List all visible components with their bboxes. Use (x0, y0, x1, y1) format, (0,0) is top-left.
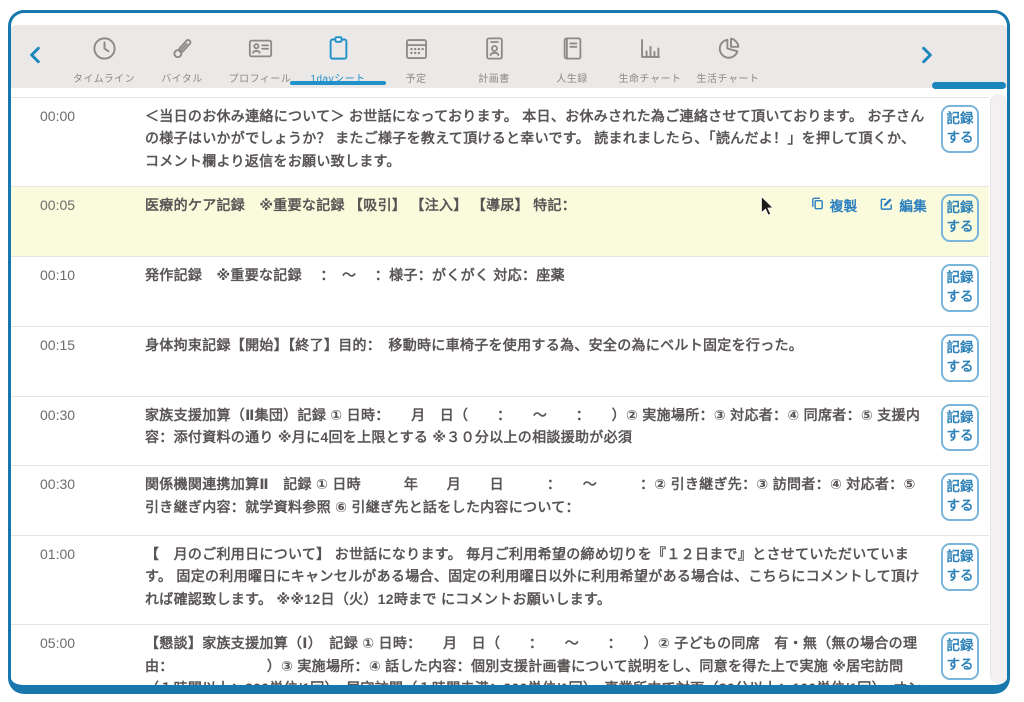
record-text: 発作記録 ※重要な記録 ： 〜 ：様子：がくがく 対応：座薬 (145, 264, 927, 286)
tab-label: 生活チャート (697, 70, 760, 85)
row-actions: 複製 編集 (810, 196, 927, 218)
record-row[interactable]: 01:00 【 月のご利用日について】 お世話になります。 毎月ご利用希望の締め… (11, 536, 989, 625)
record-time: 00:30 (11, 473, 116, 492)
record-row[interactable]: 00:00 ＜当日のお休み連絡について＞ お世話になっております。 本日、お休み… (11, 98, 989, 187)
bar-chart-icon (637, 35, 664, 67)
tab-label: 生命チャート (619, 70, 682, 85)
record-button[interactable]: 記録する (941, 194, 979, 242)
record-text: 【懇談】家族支援加算（Ⅰ） 記録 ① 日時： 月 日（ ： 〜 ： ）② 子ども… (145, 632, 927, 694)
record-text: 【 月のご利用日について】 お世話になります。 毎月ご利用希望の締め切りを『１２… (145, 543, 927, 610)
tab-label: バイタル (161, 70, 203, 85)
duplicate-button[interactable]: 複製 (810, 196, 858, 218)
feature-tab-bar: タイムライン バイタル プロフィール 1dayシート (11, 25, 1007, 88)
tab-label: プロフィール (229, 70, 292, 85)
thermometer-icon (169, 35, 196, 67)
record-row-selected[interactable]: 00:05 医療的ケア記録 ※重要な記録 【吸引】 【注入】 【導尿】 特記： … (11, 187, 989, 257)
record-row[interactable]: 00:10 発作記録 ※重要な記録 ： 〜 ：様子：がくがく 対応：座薬 記録す… (11, 257, 989, 327)
record-sheet-window: タイムライン バイタル プロフィール 1dayシート (8, 10, 1010, 694)
tab-label: 計画書 (478, 70, 510, 85)
record-row[interactable]: 00:30 関係機関連携加算Ⅱ 記録 ① 日時 年 月 日 ： 〜 ：② 引き継… (11, 466, 989, 536)
record-button[interactable]: 記録する (941, 543, 979, 591)
mouse-cursor (760, 196, 774, 221)
tab-label: 1dayシート (310, 70, 365, 85)
record-time: 00:00 (11, 105, 116, 124)
tab-label: 予定 (406, 70, 427, 85)
book-icon (559, 35, 586, 67)
record-button[interactable]: 記録する (941, 404, 979, 452)
record-text: 医療的ケア記録 ※重要な記録 【吸引】 【注入】 【導尿】 特記： (145, 194, 576, 216)
record-time: 05:00 (11, 632, 116, 651)
record-button[interactable]: 記録する (941, 473, 979, 521)
record-button[interactable]: 記録する (941, 334, 979, 382)
tab-lifestyle-chart[interactable]: 生活チャート (689, 32, 767, 82)
record-time: 00:05 (11, 194, 116, 213)
tab-profile[interactable]: プロフィール (221, 32, 299, 82)
record-button[interactable]: 記録する (941, 264, 979, 312)
record-list: 00:00 ＜当日のお休み連絡について＞ お世話になっております。 本日、お休み… (11, 97, 989, 694)
edit-label: 編集 (899, 196, 927, 218)
record-time: 00:10 (11, 264, 116, 283)
copy-icon (810, 196, 825, 218)
badge-icon (481, 35, 508, 67)
record-text: ＜当日のお休み連絡について＞ お世話になっております。 本日、お休みされた為ご連… (145, 105, 927, 172)
tabs-scroll-left-button[interactable] (11, 37, 59, 77)
calendar-icon (403, 35, 430, 67)
pencil-icon (879, 196, 894, 218)
tabbar-scrollbar-thumb[interactable] (932, 82, 1006, 89)
pie-chart-icon (715, 35, 742, 67)
tab-life-record[interactable]: 人生録 (533, 32, 611, 82)
record-time: 01:00 (11, 543, 116, 562)
clipboard-icon (325, 35, 352, 67)
id-card-icon (247, 35, 274, 67)
tab-label: 人生録 (556, 70, 588, 85)
clock-icon (91, 35, 118, 67)
record-row[interactable]: 00:30 家族支援加算（Ⅱ集団）記録 ① 日時： 月 日（ ： 〜 ： ）② … (11, 397, 989, 467)
tab-timeline[interactable]: タイムライン (65, 32, 143, 82)
tab-life-chart[interactable]: 生命チャート (611, 32, 689, 82)
edit-button[interactable]: 編集 (879, 196, 927, 218)
chevron-right-icon (919, 46, 935, 67)
vertical-scrollbar[interactable] (990, 94, 1007, 683)
record-text: 家族支援加算（Ⅱ集団）記録 ① 日時： 月 日（ ： 〜 ： ）② 実施場所：③… (145, 404, 927, 449)
tab-plan-document[interactable]: 計画書 (455, 32, 533, 82)
record-time: 00:15 (11, 334, 116, 353)
duplicate-label: 複製 (830, 196, 858, 218)
chevron-left-icon (27, 46, 43, 67)
tab-vitals[interactable]: バイタル (143, 32, 221, 82)
record-text: 関係機関連携加算Ⅱ 記録 ① 日時 年 月 日 ： 〜 ：② 引き継ぎ先：③ 訪… (145, 473, 927, 518)
record-button[interactable]: 記録する (941, 105, 979, 153)
tab-strip: タイムライン バイタル プロフィール 1dayシート (59, 32, 767, 82)
record-text: 身体拘束記録【開始】【終了】目的： 移動時に車椅子を使用する為、安全の為にベルト… (145, 334, 927, 356)
record-time: 00:30 (11, 404, 116, 423)
tab-label: タイムライン (73, 70, 135, 85)
record-button[interactable]: 記録する (941, 632, 979, 680)
tabs-scroll-right-button[interactable] (903, 37, 951, 77)
record-row[interactable]: 00:15 身体拘束記録【開始】【終了】目的： 移動時に車椅子を使用する為、安全… (11, 327, 989, 397)
tab-schedule[interactable]: 予定 (377, 32, 455, 82)
record-list-area: 00:00 ＜当日のお休み連絡について＞ お世話になっております。 本日、お休み… (11, 88, 1007, 685)
record-row[interactable]: 05:00 【懇談】家族支援加算（Ⅰ） 記録 ① 日時： 月 日（ ： 〜 ： … (11, 625, 989, 694)
tab-1day-sheet[interactable]: 1dayシート (299, 32, 377, 82)
